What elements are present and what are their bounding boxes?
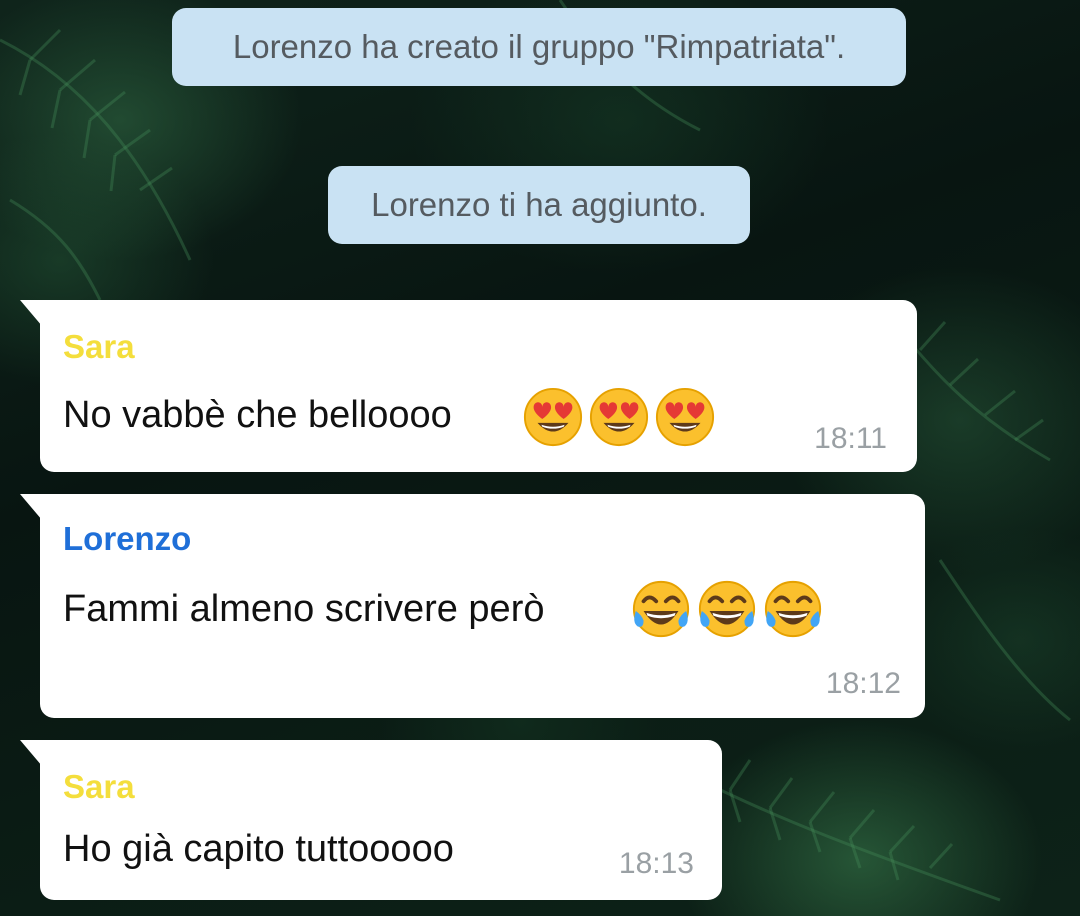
tears-of-joy-emoji [632,580,690,638]
heart-eyes-emoji [523,387,583,447]
message-timestamp: 18:12 [825,667,901,700]
message-bubble[interactable]: Lorenzo Fammi almeno scrivere però 18:12 [20,494,925,718]
emoji-group [630,578,824,640]
message-text: No vabbè che belloooo [63,394,452,436]
system-message-text: Lorenzo ti ha aggiunto. [371,186,707,223]
emoji-group [522,386,716,448]
heart-eyes-emoji [589,387,649,447]
message-text: Ho già capito tuttooooo [63,828,454,870]
system-message-group-created: Lorenzo ha creato il gruppo "Rimpatriata… [172,8,906,86]
sender-name[interactable]: Lorenzo [63,520,191,558]
system-message-text: Lorenzo ha creato il gruppo "Rimpatriata… [232,28,846,65]
message-timestamp: 18:13 [618,847,694,880]
heart-eyes-emoji [655,387,715,447]
sender-name[interactable]: Sara [63,328,135,366]
sender-name[interactable]: Sara [63,768,135,806]
message-bubble[interactable]: Sara No vabbè che belloooo 18:11 [20,300,917,472]
message-bubble[interactable]: Sara Ho già capito tuttooooo 18:13 [20,740,722,900]
tears-of-joy-emoji [698,580,756,638]
system-message-added: Lorenzo ti ha aggiunto. [328,166,750,244]
message-text: Fammi almeno scrivere però [63,588,545,630]
tears-of-joy-emoji [764,580,822,638]
message-timestamp: 18:11 [814,422,887,455]
